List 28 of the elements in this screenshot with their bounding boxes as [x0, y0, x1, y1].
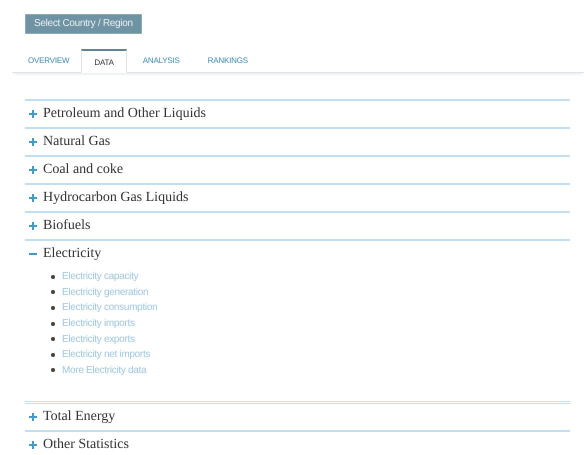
- bullet-icon: [51, 306, 55, 310]
- plus-icon[interactable]: [29, 138, 37, 146]
- plus-icon[interactable]: [29, 110, 37, 118]
- section-title[interactable]: Natural Gas: [43, 134, 110, 150]
- plus-icon[interactable]: [29, 222, 37, 230]
- bullet-icon: [51, 368, 55, 372]
- plus-icon[interactable]: [29, 413, 37, 422]
- section-title[interactable]: Biofuels: [43, 218, 90, 234]
- bullet-icon: [51, 352, 55, 357]
- section-title[interactable]: Total Energy: [43, 409, 116, 426]
- plus-icon[interactable]: [29, 441, 37, 450]
- bullet-icon: [51, 322, 55, 326]
- tab[interactable]: ANALYSIS: [126, 50, 192, 72]
- section-title[interactable]: Electricity: [43, 246, 102, 262]
- tab[interactable]: DATA: [81, 49, 127, 73]
- section-title[interactable]: Petroleum and Other Liquids: [43, 106, 206, 122]
- tab[interactable]: RANKINGS: [192, 50, 260, 72]
- bullet-icon: [51, 274, 55, 279]
- bullet-icon: [51, 337, 55, 342]
- tab[interactable]: OVERVIEW: [12, 50, 82, 72]
- section-title[interactable]: Coal and coke: [43, 162, 124, 178]
- select-region-button[interactable]: Select Country / Region: [25, 14, 142, 34]
- minus-icon[interactable]: [29, 250, 37, 258]
- plus-icon[interactable]: [29, 166, 37, 174]
- bullet-icon: [51, 290, 55, 294]
- section-title[interactable]: Other Statistics: [43, 437, 129, 454]
- plus-icon[interactable]: [29, 194, 37, 202]
- section-title[interactable]: Hydrocarbon Gas Liquids: [43, 190, 188, 206]
